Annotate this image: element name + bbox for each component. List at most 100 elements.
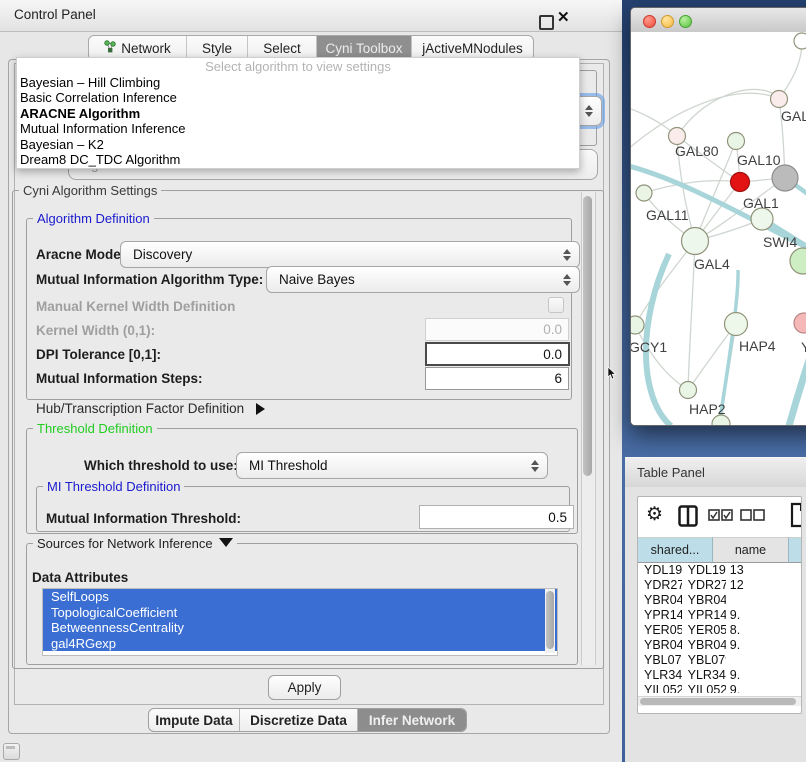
apply-button[interactable]: Apply <box>268 675 341 700</box>
table-cell: 9. <box>726 638 801 653</box>
sources-group-title[interactable]: Sources for Network Inference <box>33 536 237 551</box>
tab-label: jActiveMNodules <box>422 41 523 56</box>
tab-infer-network[interactable]: Infer Network <box>357 709 466 731</box>
mi-steps-label: Mutual Information Steps: <box>36 371 203 386</box>
mi-threshold-group-title: MI Threshold Definition <box>43 479 184 494</box>
network-node-label: Y <box>801 339 806 355</box>
network-node[interactable] <box>794 313 806 333</box>
network-edge[interactable] <box>677 89 779 136</box>
table-cell: YBR043C <box>638 593 682 608</box>
table-row[interactable]: YBL079WYBL079W <box>638 653 801 668</box>
control-panel-title: Control Panel <box>14 7 96 22</box>
table-column-header-name[interactable]: name <box>713 537 789 563</box>
table-row[interactable]: YBR043CYBR043C <box>638 593 801 608</box>
algorithm-option-aracne-algorithm[interactable]: ARACNE Algorithm <box>17 106 579 121</box>
attribute-item-topologicalcoefficient[interactable]: TopologicalCoefficient <box>43 605 557 621</box>
network-edge[interactable] <box>635 325 688 390</box>
network-node[interactable] <box>669 128 686 145</box>
network-node[interactable] <box>794 33 806 49</box>
network-edge[interactable] <box>779 42 802 99</box>
table-cell: 8. <box>726 623 801 638</box>
new-column-icon[interactable] <box>790 502 802 528</box>
tab-label: Network <box>121 41 171 56</box>
panel-dock-icon[interactable] <box>3 743 20 760</box>
which-threshold-label: Which threshold to use: <box>84 458 238 473</box>
mi-steps-field[interactable]: 6 <box>425 367 569 390</box>
tab-impute-data[interactable]: Impute Data <box>149 709 239 731</box>
table-cell: 13 <box>726 563 801 578</box>
algorithm-option-bayesian-k2[interactable]: Bayesian – K2 <box>17 137 579 152</box>
algorithm-option-bayesian-hill-climbing[interactable]: Bayesian – Hill Climbing <box>17 75 579 90</box>
table-column-header-shared[interactable]: shared... <box>638 537 713 563</box>
mi-type-combobox[interactable]: Naive Bayes <box>266 266 580 293</box>
network-node[interactable] <box>725 313 748 336</box>
network-node[interactable] <box>772 165 798 191</box>
table-column-header-a[interactable]: A <box>789 537 802 563</box>
algorithm-option-mutual-information-inference[interactable]: Mutual Information Inference <box>17 121 579 136</box>
network-node[interactable] <box>731 173 750 192</box>
close-icon[interactable]: ✕ <box>557 8 570 26</box>
split-columns-icon[interactable] <box>678 505 698 527</box>
mi-type-value: Naive Bayes <box>279 272 355 287</box>
dpi-tolerance-field[interactable]: 0.0 <box>425 342 570 366</box>
table-hscrollbar-thumb[interactable] <box>640 698 796 705</box>
settings-gear-icon[interactable]: ⚙ <box>646 503 663 526</box>
manual-kernel-checkbox[interactable] <box>548 297 564 313</box>
kernel-width-label: Kernel Width (0,1): <box>36 323 155 338</box>
data-attributes-list[interactable]: SelfLoopsTopologicalCoefficientBetweenne… <box>42 588 558 656</box>
hub-definition-toggle[interactable]: Hub/Transcription Factor Definition <box>36 401 265 416</box>
network-node[interactable] <box>790 248 806 274</box>
float-window-icon[interactable] <box>539 15 554 30</box>
tab-discretize-data[interactable]: Discretize Data <box>239 709 357 731</box>
zoom-window-icon[interactable] <box>679 15 692 28</box>
network-node[interactable] <box>771 91 788 108</box>
attributes-scrollbar-thumb[interactable] <box>546 591 554 649</box>
combo-arrows-icon <box>563 249 571 261</box>
network-node[interactable] <box>751 208 773 230</box>
table-cell: 12 <box>726 578 801 593</box>
table-row[interactable]: YLR345WYLR345W9. <box>638 668 801 683</box>
table-row[interactable]: YDR27...YDR27...12 <box>638 578 801 593</box>
network-node[interactable] <box>682 228 709 255</box>
table-row[interactable]: YDL19...YDL19...13 <box>638 563 801 578</box>
network-node[interactable] <box>680 382 697 399</box>
table-cell: YBR045C <box>638 638 682 653</box>
network-window-titlebar[interactable] <box>631 8 806 33</box>
table-row[interactable]: YER054CYER054C8. <box>638 623 801 638</box>
table-cell: YBR045C <box>682 638 726 653</box>
table-row[interactable]: YPR145WYPR145W9. <box>638 608 801 623</box>
table-cell: YLR345W <box>638 668 682 683</box>
table-cell: 9. <box>726 683 801 693</box>
network-edge[interactable] <box>635 241 695 325</box>
table-hscrollbar-track[interactable] <box>638 696 801 706</box>
which-threshold-combobox[interactable]: MI Threshold <box>236 452 548 479</box>
network-view-window[interactable]: GALGAL80GAL10GAL1GAL11SWI4GAL4GCY1HAP4YH… <box>630 7 806 426</box>
table-row[interactable]: YBR045CYBR045C9. <box>638 638 801 653</box>
network-canvas[interactable]: GALGAL80GAL10GAL1GAL11SWI4GAL4GCY1HAP4YH… <box>631 32 806 425</box>
threshold-definition-title: Threshold Definition <box>33 421 157 436</box>
network-node-label: GAL1 <box>743 195 779 211</box>
attribute-item-selfloops[interactable]: SelfLoops <box>43 589 557 605</box>
table-row[interactable]: YIL052CYIL052C9. <box>638 683 801 693</box>
settings-scrollbar-thumb[interactable] <box>583 196 592 476</box>
network-node[interactable] <box>636 185 652 201</box>
deselect-all-columns-icon[interactable] <box>740 509 766 522</box>
aracne-mode-combobox[interactable]: Discovery <box>120 241 580 268</box>
network-node[interactable] <box>631 316 644 334</box>
combo-arrows-icon <box>585 105 593 117</box>
minimize-window-icon[interactable] <box>661 15 674 28</box>
attribute-item-gal4rgexp[interactable]: gal4RGexp <box>43 636 557 652</box>
algorithm-option-dream8-dc-tdc-algorithm[interactable]: Dream8 DC_TDC Algorithm <box>17 152 579 167</box>
kernel-width-value: 0.0 <box>543 322 562 337</box>
table-cell: YBL079W <box>638 653 682 668</box>
attribute-item-betweennesscentrality[interactable]: BetweennessCentrality <box>43 620 557 636</box>
algorithm-option-basic-correlation-inference[interactable]: Basic Correlation Inference <box>17 90 579 105</box>
table-panel-title: Table Panel <box>637 465 705 480</box>
table-cell: YDL19... <box>682 563 726 578</box>
network-node[interactable] <box>728 133 745 150</box>
combo-arrows-icon <box>563 274 571 286</box>
close-window-icon[interactable] <box>643 15 656 28</box>
select-all-columns-icon[interactable] <box>708 509 734 522</box>
mi-threshold-field[interactable]: 0.5 <box>419 505 574 529</box>
kernel-width-field[interactable]: 0.0 <box>425 318 569 341</box>
